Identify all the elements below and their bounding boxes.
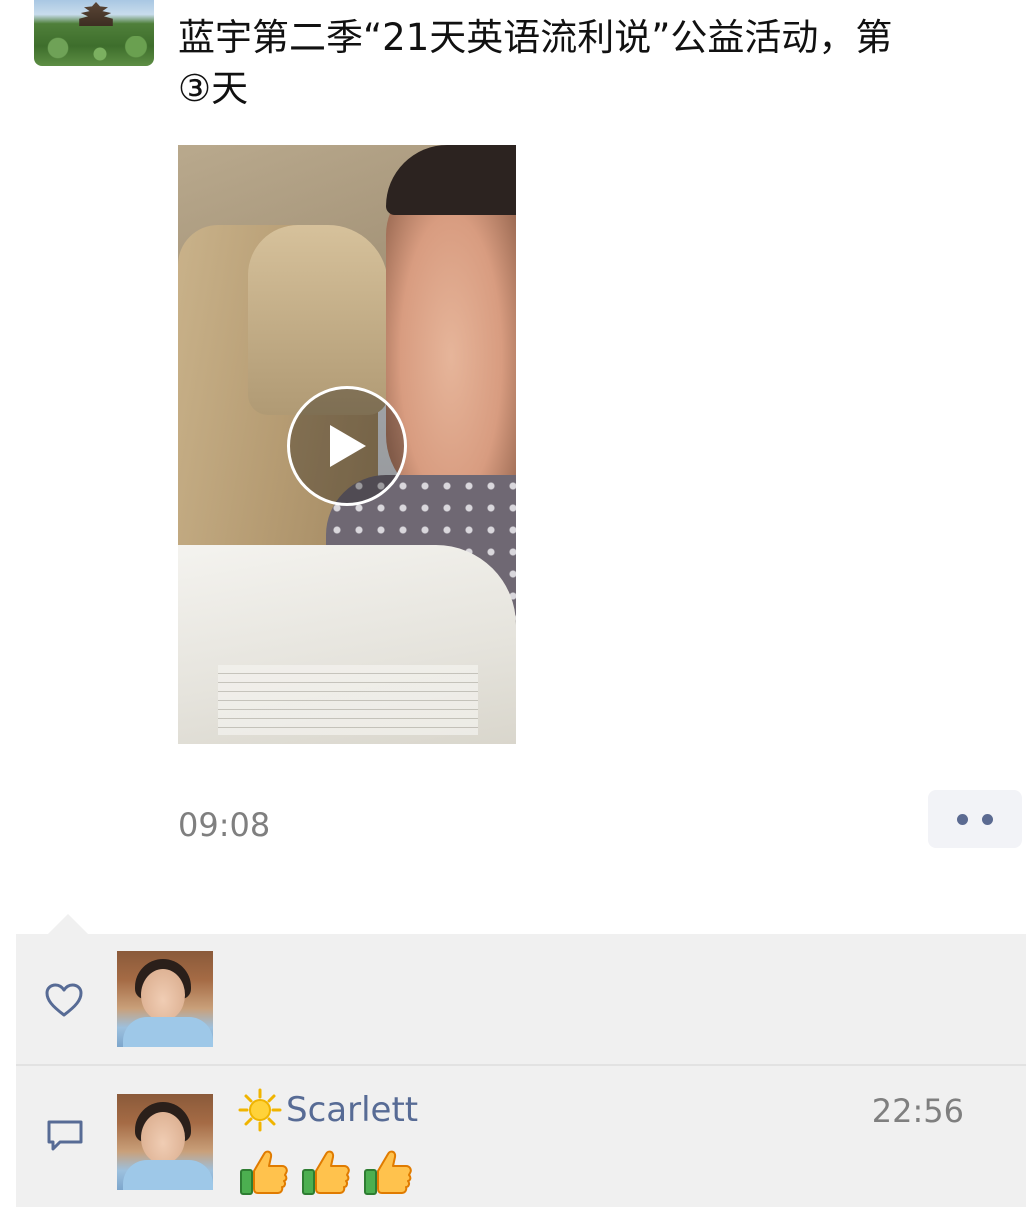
thumbs-up-icon: [364, 1150, 412, 1195]
pagoda-image: [79, 2, 113, 26]
thumbs-up-icon: [302, 1150, 350, 1195]
avatar-face: [141, 969, 185, 1021]
post-author-avatar[interactable]: [34, 0, 154, 66]
thumbs-up-icon: [240, 1150, 288, 1195]
car-headrest: [248, 225, 388, 415]
comment-time: 22:56: [871, 1092, 964, 1130]
post-text: 蓝宇第二季“21天英语流利说”公益活动，第 ③天: [178, 16, 893, 110]
interaction-panel: Scarlett 22:56: [16, 934, 1026, 1207]
panel-pointer: [48, 914, 88, 934]
play-icon: [330, 425, 366, 467]
more-dots-icon: [982, 813, 993, 825]
likes-row: [16, 934, 1026, 1064]
more-dots-icon: [957, 813, 968, 825]
avatar-shirt: [123, 1160, 213, 1190]
comment-icon: [47, 1120, 83, 1151]
heart-icon: [45, 983, 83, 1017]
avatar-shirt: [123, 1017, 213, 1047]
sun-icon: [238, 1088, 282, 1132]
avatar-face: [141, 1112, 185, 1164]
commenter-avatar[interactable]: [117, 1094, 213, 1190]
more-options-button[interactable]: [928, 790, 1022, 848]
book-text-lines: [218, 665, 478, 735]
lotus-field-image: [34, 36, 154, 66]
commenter-name: Scarlett: [286, 1090, 419, 1130]
play-button[interactable]: [287, 386, 407, 506]
commenter-name-link[interactable]: Scarlett: [238, 1088, 418, 1132]
comment-row[interactable]: Scarlett 22:56: [16, 1066, 1026, 1207]
girl-hair: [386, 145, 516, 215]
comment-content: [238, 1146, 414, 1198]
post-timestamp: 09:08: [178, 806, 271, 844]
like-avatar[interactable]: [117, 951, 213, 1047]
